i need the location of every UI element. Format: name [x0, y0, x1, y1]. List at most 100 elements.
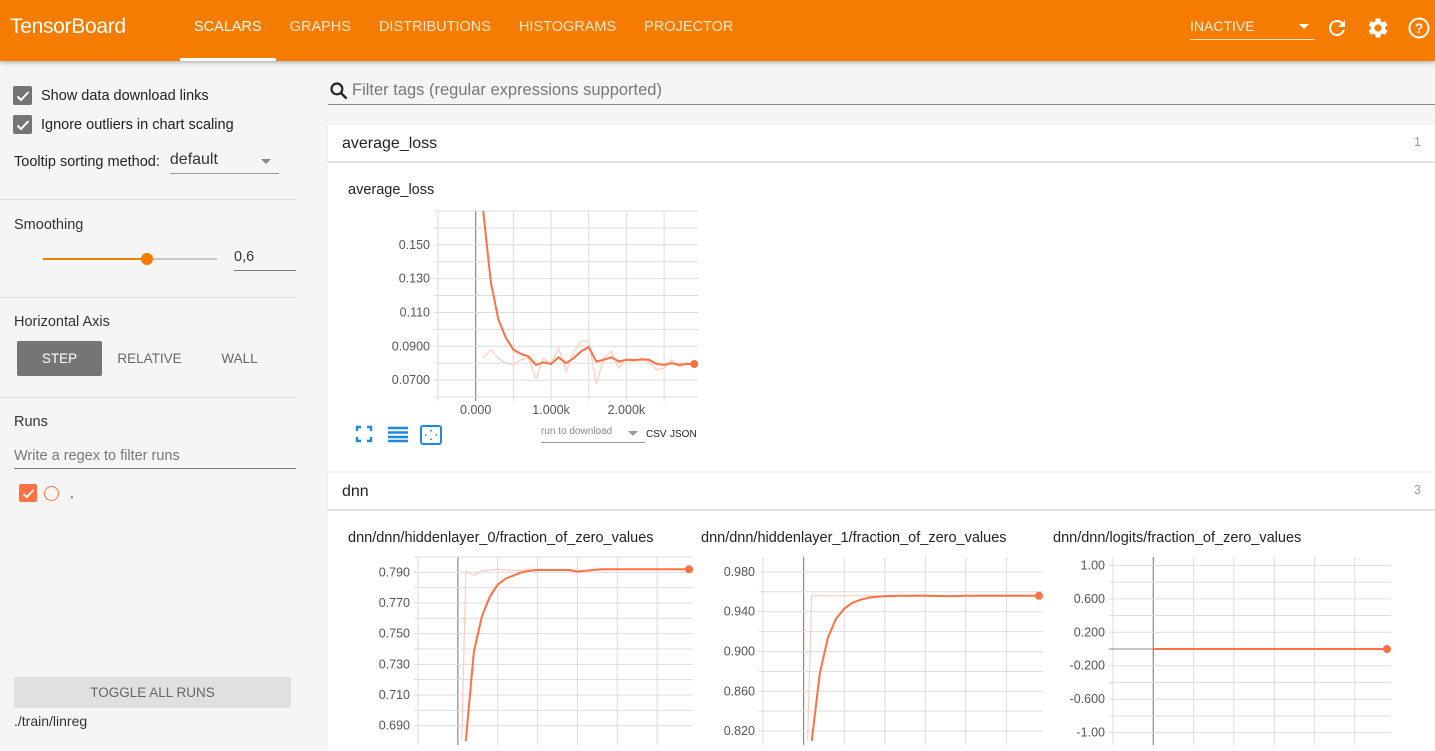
smoothing-value-input[interactable]: 0,6 — [234, 249, 296, 271]
tab-graphs[interactable]: GRAPHS — [276, 0, 365, 61]
toggle-all-runs-button[interactable]: TOGGLE ALL RUNS — [14, 677, 291, 708]
settings-icon[interactable] — [1366, 16, 1390, 40]
chart-title: dnn/dnn/logits/fraction_of_zero_values — [1053, 530, 1302, 546]
y-tick-label: 0.730 — [379, 657, 410, 671]
ignore-outliers-checkbox[interactable] — [13, 115, 32, 134]
x-tick-label: 2.000k — [608, 403, 646, 417]
axis-relative-button[interactable]: RELATIVE — [107, 341, 192, 376]
chart-hiddenlayer-1[interactable]: 0.980 0.940 0.900 0.860 0.820 — [701, 551, 1051, 751]
checkmark-icon — [16, 119, 29, 130]
category-count: 3 — [1414, 483, 1421, 497]
axis-wall-button[interactable]: WALL — [197, 341, 282, 376]
y-tick-label: 0.790 — [379, 565, 410, 579]
tooltip-sorting-value: default — [169, 151, 218, 168]
chart-logits[interactable]: 1.00 0.600 0.200 -0.200 -0.600 -1.00 — [1053, 551, 1423, 751]
caret-down-icon — [260, 159, 271, 164]
tab-distributions[interactable]: DISTRIBUTIONS — [365, 0, 505, 61]
smoothing-label: Smoothing — [14, 217, 84, 233]
y-tick-label: 0.770 — [379, 596, 410, 610]
show-download-links-checkbox[interactable] — [13, 86, 32, 105]
download-json-link[interactable]: JSON — [670, 429, 697, 440]
axis-step-button[interactable]: STEP — [17, 341, 102, 376]
horizontal-axis-selector: STEP RELATIVE WALL — [17, 341, 287, 376]
y-tick-label: 0.900 — [724, 644, 755, 658]
category-name: average_loss — [342, 135, 438, 152]
help-icon[interactable]: ? — [1407, 16, 1431, 40]
runs-filter-input[interactable]: Write a regex to filter runs — [14, 448, 296, 469]
last-point-marker — [1034, 591, 1043, 600]
horizontal-axis-label: Horizontal Axis — [14, 314, 110, 330]
caret-down-icon — [628, 431, 638, 436]
tab-projector[interactable]: PROJECTOR — [630, 0, 747, 61]
ignore-outliers-label: Ignore outliers in chart scaling — [41, 116, 234, 133]
y-tick-label: 0.130 — [399, 272, 430, 286]
y-tick-label: 0.0900 — [392, 339, 430, 353]
run-to-download-dropdown[interactable]: run to download — [541, 426, 645, 443]
y-tick-label: 0.980 — [724, 565, 755, 579]
y-tick-label: 0.600 — [1074, 592, 1105, 606]
chart-average-loss[interactable]: 0.150 0.130 0.110 0.0900 0.0700 0.000 1.000k 2.… — [348, 203, 698, 423]
run-to-download-placeholder: run to download — [541, 426, 613, 437]
log-directory: ./train/linreg — [14, 713, 88, 729]
last-point-marker — [1382, 645, 1391, 653]
smoothing-slider[interactable] — [43, 253, 217, 265]
slider-knob[interactable] — [141, 253, 154, 265]
main-content: Filter tags (regular expressions support… — [320, 61, 1435, 751]
series-line-raw — [807, 595, 1039, 741]
fullscreen-icon[interactable] — [355, 425, 373, 448]
category-name: dnn — [342, 483, 369, 500]
x-tick-label: 1.000k — [532, 403, 570, 417]
chart-hiddenlayer-0[interactable]: 0.790 0.770 0.750 0.730 0.710 0.690 — [348, 551, 698, 751]
tooltip-sorting-row: Tooltip sorting method: default — [14, 151, 279, 174]
download-csv-link[interactable]: CSV — [646, 429, 667, 440]
show-download-links-option[interactable]: Show data download links — [13, 86, 209, 105]
dropdown-value: INACTIVE — [1190, 18, 1255, 34]
divider — [0, 199, 296, 200]
show-download-links-label: Show data download links — [41, 87, 209, 104]
category-body-dnn: dnn/dnn/hiddenlayer_0/fraction_of_zero_v… — [328, 511, 1435, 751]
tooltip-sorting-label: Tooltip sorting method: — [14, 154, 160, 170]
fit-domain-icon[interactable] — [420, 425, 442, 450]
last-point-marker — [685, 565, 694, 574]
tag-filter-input[interactable]: Filter tags (regular expressions support… — [328, 77, 1435, 105]
last-point-marker — [690, 360, 698, 369]
y-tick-label: 0.150 — [399, 238, 430, 252]
x-tick-label: 0.000 — [460, 403, 491, 417]
run-radio-button[interactable] — [44, 485, 59, 501]
checkmark-icon — [22, 488, 34, 498]
divider — [0, 397, 296, 398]
category-count: 1 — [1414, 135, 1421, 149]
ignore-outliers-option[interactable]: Ignore outliers in chart scaling — [13, 115, 234, 134]
inactive-dashboards-dropdown[interactable]: INACTIVE — [1190, 14, 1315, 40]
y-tick-label: -1.00 — [1077, 726, 1106, 740]
slider-fill — [43, 258, 148, 260]
checkmark-icon — [16, 90, 29, 101]
divider — [0, 297, 296, 298]
dashboard-tabs: SCALARS GRAPHS DISTRIBUTIONS HISTOGRAMS … — [180, 0, 747, 61]
y-tick-label: 0.940 — [724, 605, 755, 619]
run-name: . — [70, 485, 74, 501]
top-app-bar: TensorBoard SCALARS GRAPHS DISTRIBUTIONS… — [0, 0, 1435, 61]
app-title: TensorBoard — [10, 15, 126, 38]
category-header-average-loss[interactable]: average_loss 1 — [328, 125, 1435, 162]
category-body-average-loss: average_loss 0.150 0.130 0.110 0.0900 0.0700… — [328, 163, 1435, 471]
caret-down-icon — [1299, 24, 1309, 29]
toggle-log-scale-icon[interactable] — [388, 425, 408, 448]
tooltip-sorting-dropdown[interactable]: default — [169, 151, 279, 174]
y-tick-label: 0.820 — [724, 724, 755, 738]
run-checkbox[interactable] — [19, 484, 37, 502]
search-icon — [330, 82, 348, 100]
tag-filter-placeholder: Filter tags (regular expressions support… — [352, 81, 662, 99]
y-tick-label: 0.200 — [1074, 625, 1105, 639]
svg-text:?: ? — [1415, 20, 1424, 36]
y-tick-label: 0.0700 — [392, 373, 430, 387]
tab-histograms[interactable]: HISTOGRAMS — [505, 0, 630, 61]
refresh-icon[interactable] — [1325, 16, 1349, 40]
tab-scalars[interactable]: SCALARS — [180, 0, 276, 61]
chart-title: dnn/dnn/hiddenlayer_1/fraction_of_zero_v… — [701, 530, 1007, 546]
sidebar: Show data download links Ignore outliers… — [0, 61, 320, 751]
run-item: . — [19, 484, 74, 502]
y-tick-label: 0.110 — [400, 305, 430, 319]
category-header-dnn[interactable]: dnn 3 — [328, 473, 1435, 510]
y-tick-label: -0.600 — [1070, 692, 1105, 706]
